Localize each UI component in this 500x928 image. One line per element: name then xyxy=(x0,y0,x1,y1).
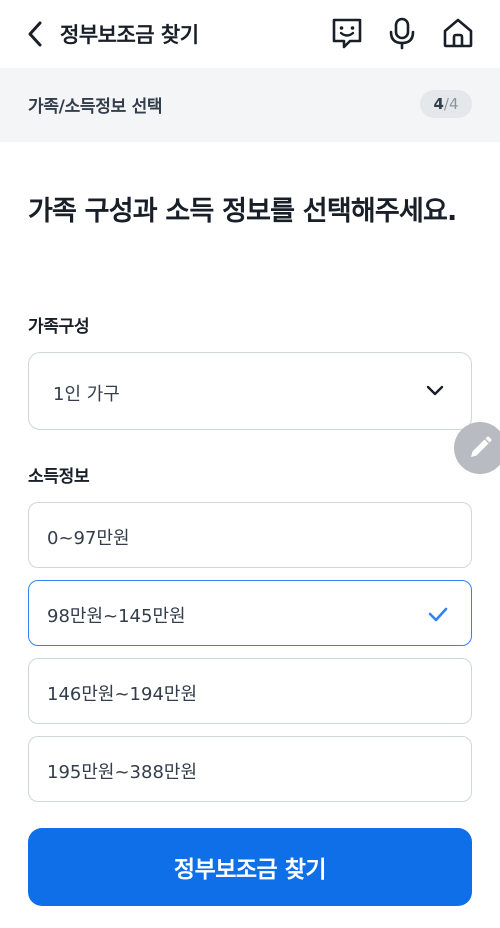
income-option-label: 146만원~194만원 xyxy=(47,684,198,705)
income-option-0[interactable]: 0~97만원 xyxy=(28,502,472,568)
find-subsidy-button[interactable]: 정부보조금 찾기 xyxy=(28,828,472,906)
chatbot-face-icon xyxy=(332,18,362,49)
chatbot-button[interactable] xyxy=(330,16,364,50)
checkmark-icon xyxy=(428,607,448,622)
step-label: 가족/소득정보 선택 xyxy=(28,97,163,117)
step-total: 4 xyxy=(448,95,459,113)
income-option-3[interactable]: 195만원~388만원 xyxy=(28,736,472,802)
income-option-1[interactable]: 98만원~145만원 xyxy=(28,580,472,646)
family-select[interactable]: 1인 가구 xyxy=(28,352,472,430)
family-select-value: 1인 가구 xyxy=(53,384,120,405)
pencil-icon xyxy=(471,436,492,457)
income-option-label: 195만원~388만원 xyxy=(47,762,198,783)
step-counter-badge: 4/4 xyxy=(420,90,472,118)
income-section-label: 소득정보 xyxy=(28,467,90,487)
back-arrow-icon xyxy=(28,21,42,47)
voice-button[interactable] xyxy=(385,16,419,50)
back-button[interactable] xyxy=(20,17,50,51)
microphone-icon xyxy=(389,17,415,50)
chevron-down-icon xyxy=(426,385,444,396)
income-option-2[interactable]: 146만원~194만원 xyxy=(28,658,472,724)
step-current: 4 xyxy=(433,95,444,113)
header-bar: 정부보조금 찾기 xyxy=(0,0,500,68)
family-section-label: 가족구성 xyxy=(28,317,90,337)
step-indicator-bar: 가족/소득정보 선택 4/4 xyxy=(0,68,500,142)
page-title: 정부보조금 찾기 xyxy=(60,23,199,47)
income-option-label: 98만원~145만원 xyxy=(47,606,186,627)
question-heading: 가족 구성과 소득 정보를 선택해주세요. xyxy=(28,196,457,227)
home-icon xyxy=(443,18,473,48)
income-option-label: 0~97만원 xyxy=(47,528,130,549)
edit-floating-button[interactable] xyxy=(454,422,500,474)
home-button[interactable] xyxy=(441,16,475,50)
